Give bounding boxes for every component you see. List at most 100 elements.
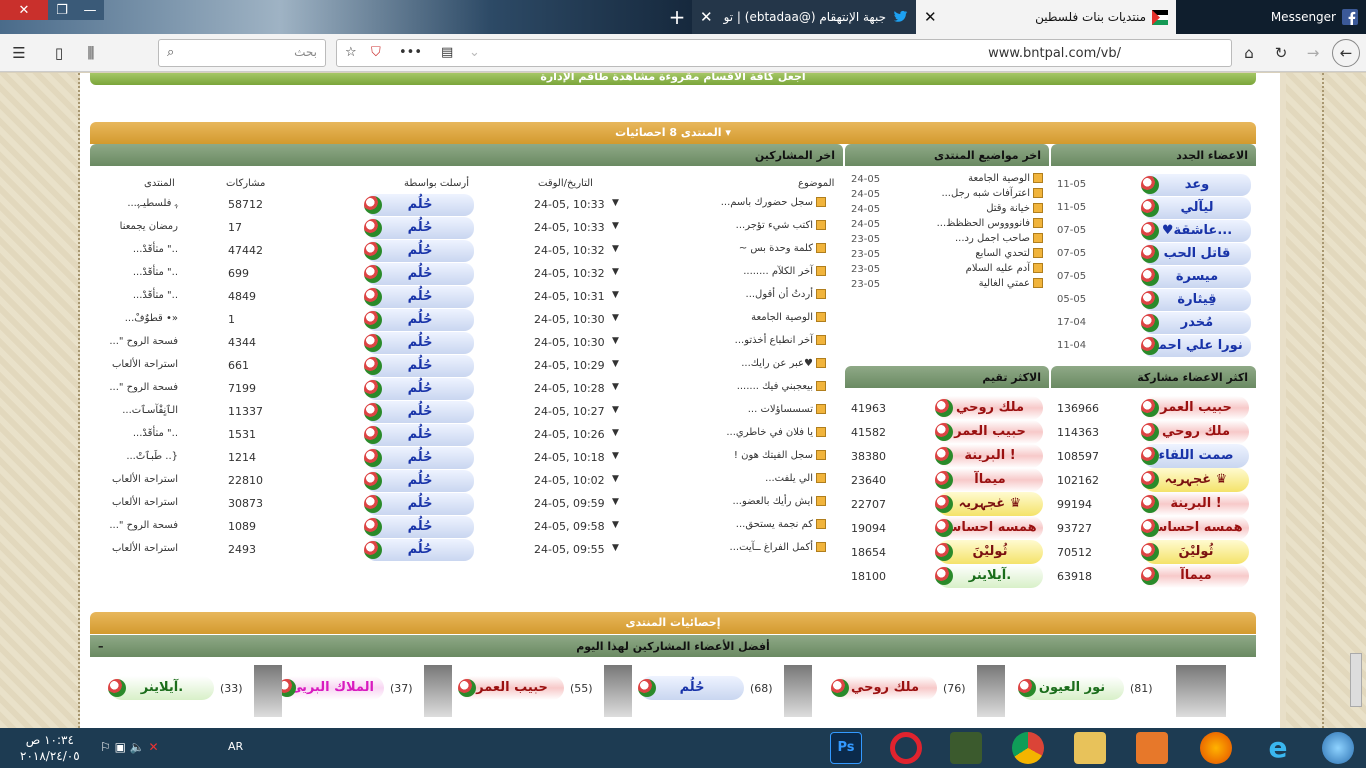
- forum-name[interactable]: .." مٺأقٓدْ...: [133, 428, 178, 439]
- member-name[interactable]: قِيثارة: [1143, 289, 1251, 311]
- language-indicator[interactable]: AR: [228, 740, 243, 753]
- dropdown-arrow-icon[interactable]: ▼: [612, 198, 619, 208]
- poster-name[interactable]: حُلُم: [366, 470, 474, 492]
- dropdown-arrow-icon[interactable]: ▼: [612, 520, 619, 530]
- close-tab-icon[interactable]: ✕: [924, 8, 937, 26]
- poster-name[interactable]: حُلُم: [366, 332, 474, 354]
- forward-icon[interactable]: →: [1302, 42, 1324, 64]
- poster-name[interactable]: حُلُم: [366, 516, 474, 538]
- tab-forum[interactable]: منتديات بنات فلسطين ✕: [916, 0, 1176, 34]
- forum-name[interactable]: استراحة الألعاب: [112, 497, 178, 508]
- tab-messenger[interactable]: Messenger: [1176, 0, 1366, 34]
- topic-link[interactable]: سجل حضورك باسم...: [721, 197, 826, 208]
- forum-name[interactable]: فسحة الروح "...: [109, 382, 178, 393]
- poster-name[interactable]: حُلُم: [366, 240, 474, 262]
- forum-name[interactable]: {.. طَبٱتْ...: [126, 451, 178, 462]
- topic-link[interactable]: يا فلان في خاطري...: [726, 427, 826, 438]
- menu-icon[interactable]: ☰: [8, 42, 30, 64]
- poster-name[interactable]: حُلُم: [366, 424, 474, 446]
- start-button[interactable]: [1322, 732, 1354, 764]
- topic-link[interactable]: سجل الفيتك هون !: [734, 450, 826, 461]
- reload-icon[interactable]: ↻: [1270, 42, 1292, 64]
- file-explorer-icon[interactable]: [1074, 732, 1106, 764]
- member-name[interactable]: ♥عاشقة...: [1143, 220, 1251, 242]
- system-clock[interactable]: ١٠:٣٤ ص ٢٠١٨/٢٤/٠٥: [20, 732, 80, 764]
- topic-link[interactable]: الوصية الجامعة: [751, 312, 826, 323]
- firefox-icon[interactable]: [1200, 732, 1232, 764]
- tab-twitter[interactable]: جبهة الإنتهقام (@ebtadaa) | تو ✕: [692, 0, 916, 34]
- member-name[interactable]: ميسرة: [1143, 266, 1251, 288]
- page-scrollbar[interactable]: [1350, 653, 1362, 707]
- poster-name[interactable]: حُلُم: [366, 286, 474, 308]
- forum-name[interactable]: فسحة الروح "...: [109, 520, 178, 531]
- dropdown-arrow-icon[interactable]: ▼: [612, 221, 619, 231]
- poster-name[interactable]: حُلُم: [366, 217, 474, 239]
- member-name[interactable]: نورا علي احمد: [1143, 335, 1251, 357]
- member-name[interactable]: مُخدر: [1143, 312, 1251, 334]
- poster-name[interactable]: حُلُم: [366, 355, 474, 377]
- dropdown-arrow-icon[interactable]: ▼: [612, 336, 619, 346]
- member-name[interactable]: ليآلي: [1143, 197, 1251, 219]
- media-player-icon[interactable]: [1136, 732, 1168, 764]
- topic-link[interactable]: صاحب اجمل رد...: [955, 233, 1043, 244]
- window-minimize-button[interactable]: —: [76, 0, 104, 20]
- terminal-icon[interactable]: [950, 732, 982, 764]
- forum-name[interactable]: .." مٺأقٓدْ...: [133, 267, 178, 278]
- reader-mode-icon[interactable]: ▤: [441, 45, 453, 60]
- topic-link[interactable]: تسسساؤلات ...: [748, 404, 826, 415]
- dropdown-chevron-icon[interactable]: ⌄: [469, 45, 480, 60]
- poster-name[interactable]: حُلُم: [366, 539, 474, 561]
- dropdown-arrow-icon[interactable]: ▼: [612, 290, 619, 300]
- poster-name[interactable]: حُلُم: [366, 401, 474, 423]
- collapse-arrow-icon[interactable]: ▾: [725, 126, 731, 139]
- topic-link[interactable]: فانووووس الحظظظ...: [937, 218, 1043, 229]
- topic-link[interactable]: ايش رأيك بالعضو...: [732, 496, 826, 507]
- new-tab-button[interactable]: +: [664, 4, 690, 30]
- topic-link[interactable]: الي يلفت...: [765, 473, 826, 484]
- avatar[interactable]: [784, 665, 812, 717]
- avatar[interactable]: [977, 665, 1005, 717]
- pocket-icon[interactable]: ⛉: [371, 45, 381, 60]
- dropdown-arrow-icon[interactable]: ▼: [612, 244, 619, 254]
- close-tab-icon[interactable]: ✕: [700, 8, 713, 26]
- dropdown-arrow-icon[interactable]: ▼: [612, 267, 619, 277]
- back-icon[interactable]: ←: [1332, 39, 1360, 67]
- topic-link[interactable]: بيعجبني فيك .......: [737, 381, 826, 392]
- topic-link[interactable]: أردتُ أن أقول...: [746, 289, 826, 300]
- forum-name[interactable]: .." مٺأقٓدْ...: [133, 244, 178, 255]
- forum-name[interactable]: رمضان يجمعنا: [120, 221, 178, 232]
- home-icon[interactable]: ⌂: [1238, 42, 1260, 64]
- forum-name[interactable]: ﮩ فلسطيـﮩ...: [127, 198, 178, 209]
- bookmark-star-icon[interactable]: ☆: [345, 45, 357, 60]
- topic-link[interactable]: كم نجمة يستحق...: [736, 519, 826, 530]
- forum-name[interactable]: «• قطوٌفْ...: [125, 313, 178, 324]
- dropdown-arrow-icon[interactable]: ▼: [612, 474, 619, 484]
- topic-link[interactable]: أكمل الفراغ ــآيت...: [730, 542, 826, 553]
- forum-name[interactable]: .." مٺأقٓدْ...: [133, 290, 178, 301]
- top-links[interactable]: اجعل كافة الأقسام مقروءة مشاهدة طاقم الإ…: [540, 73, 805, 83]
- library-icon[interactable]: ⫼: [80, 42, 102, 64]
- topic-link[interactable]: الوصية الجامعة: [968, 173, 1043, 184]
- action-center-icon[interactable]: ⚐: [100, 740, 111, 754]
- collapse-icon[interactable]: –: [98, 640, 104, 653]
- forum-name[interactable]: استراحة الألعاب: [112, 474, 178, 485]
- topic-link[interactable]: اكتب شيء تؤجر...: [736, 220, 826, 231]
- topic-link[interactable]: آخر الكلآم ........: [743, 266, 826, 277]
- dropdown-arrow-icon[interactable]: ▼: [612, 428, 619, 438]
- poster-name[interactable]: حُلُم: [366, 309, 474, 331]
- poster-name[interactable]: حُلُم: [366, 493, 474, 515]
- window-close-button[interactable]: ✕: [0, 0, 48, 20]
- mute-icon[interactable]: ✕: [149, 740, 159, 754]
- photoshop-icon[interactable]: Ps: [830, 732, 862, 764]
- volume-icon[interactable]: 🔈: [130, 740, 145, 754]
- dropdown-arrow-icon[interactable]: ▼: [612, 359, 619, 369]
- dropdown-arrow-icon[interactable]: ▼: [612, 382, 619, 392]
- forum-name[interactable]: الٱنٍفْآسٱت...: [122, 405, 178, 416]
- topic-link[interactable]: آدم عليه السلام: [966, 263, 1043, 274]
- topic-link[interactable]: آخر انطباع أخذتو...: [735, 335, 826, 346]
- topic-link[interactable]: ♥عبر عن رايك...: [741, 358, 826, 369]
- more-actions-icon[interactable]: •••: [399, 45, 422, 60]
- forum-name[interactable]: فسحة الروح "...: [109, 336, 178, 347]
- opera-icon[interactable]: [890, 732, 922, 764]
- dropdown-arrow-icon[interactable]: ▼: [612, 313, 619, 323]
